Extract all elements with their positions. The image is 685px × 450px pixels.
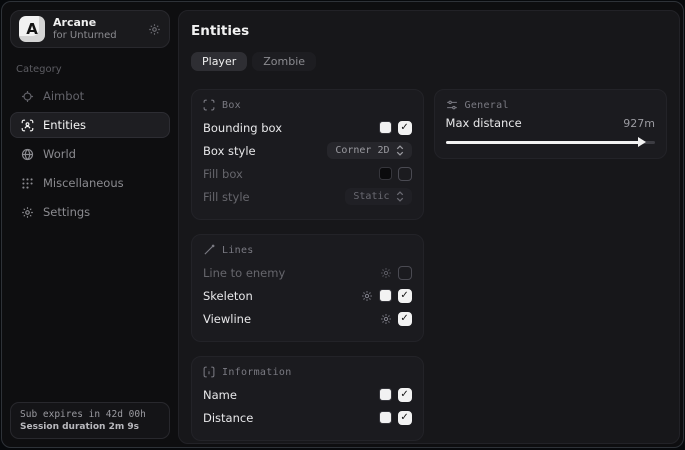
sidebar-item-settings[interactable]: Settings bbox=[10, 199, 170, 225]
tab-bar: Player Zombie bbox=[191, 52, 667, 71]
app-window: A Arcane for Unturned Category Aimbot bbox=[1, 1, 684, 448]
setting-row-max-distance: Max distance 927m bbox=[446, 116, 655, 130]
setting-row-viewline: Viewline bbox=[203, 307, 412, 330]
tab-player[interactable]: Player bbox=[191, 52, 247, 71]
color-swatch[interactable] bbox=[379, 388, 392, 401]
max-distance-value: 927m bbox=[623, 117, 655, 130]
section-title: Box bbox=[222, 100, 241, 111]
line-to-enemy-checkbox[interactable] bbox=[398, 266, 412, 280]
setting-row-skeleton: Skeleton bbox=[203, 284, 412, 307]
setting-row-line-to-enemy: Line to enemy bbox=[203, 261, 412, 284]
bounding-box-checkbox[interactable] bbox=[398, 121, 412, 135]
section-title: General bbox=[465, 100, 509, 111]
setting-row-name: Name bbox=[203, 383, 412, 406]
color-swatch[interactable] bbox=[379, 289, 392, 302]
sidebar: A Arcane for Unturned Category Aimbot bbox=[2, 2, 178, 447]
box-corners-icon bbox=[203, 99, 215, 111]
setting-label: Name bbox=[203, 388, 379, 402]
chevron-up-down-icon bbox=[396, 145, 404, 156]
slider-thumb-arrow-icon[interactable] bbox=[638, 137, 646, 147]
box-style-dropdown[interactable]: Corner 2D bbox=[327, 142, 411, 159]
tab-zombie[interactable]: Zombie bbox=[252, 52, 316, 71]
sidebar-item-label: Miscellaneous bbox=[43, 176, 124, 190]
setting-label: Viewline bbox=[203, 312, 380, 326]
setting-row-bounding-box: Bounding box bbox=[203, 116, 412, 139]
page-title: Entities bbox=[191, 23, 667, 39]
brand-title: Arcane bbox=[53, 17, 140, 30]
diagonal-line-icon bbox=[203, 244, 215, 256]
setting-label: Fill box bbox=[203, 167, 379, 181]
section-title: Information bbox=[222, 367, 292, 378]
sidebar-item-label: Entities bbox=[43, 118, 86, 132]
setting-label: Max distance bbox=[446, 116, 624, 130]
sidebar-item-label: World bbox=[43, 147, 76, 161]
sidebar-item-miscellaneous[interactable]: Miscellaneous bbox=[10, 170, 170, 196]
setting-label: Distance bbox=[203, 411, 379, 425]
dropdown-value: Static bbox=[353, 191, 389, 202]
session-duration-text: Session duration 2m 9s bbox=[20, 422, 160, 432]
box-section-card: Box Bounding box Box style Cor bbox=[191, 89, 424, 220]
setting-row-box-style: Box style Corner 2D bbox=[203, 139, 412, 162]
general-section-card: General Max distance 927m bbox=[434, 89, 667, 159]
section-title: Lines bbox=[222, 245, 254, 256]
gear-icon bbox=[20, 206, 34, 219]
sidebar-item-label: Aimbot bbox=[43, 89, 84, 103]
max-distance-slider[interactable] bbox=[446, 137, 655, 147]
crosshair-icon bbox=[20, 90, 34, 103]
information-section-card: Information Name Distance bbox=[191, 356, 424, 441]
grid-dots-icon bbox=[20, 177, 34, 190]
category-label: Category bbox=[16, 64, 164, 75]
sidebar-item-world[interactable]: World bbox=[10, 141, 170, 167]
color-swatch[interactable] bbox=[379, 167, 392, 180]
sidebar-item-entities[interactable]: Entities bbox=[10, 112, 170, 138]
name-checkbox[interactable] bbox=[398, 388, 412, 402]
setting-label: Skeleton bbox=[203, 289, 361, 303]
setting-row-distance: Distance bbox=[203, 406, 412, 429]
setting-label: Line to enemy bbox=[203, 266, 380, 280]
setting-row-fill-box: Fill box bbox=[203, 162, 412, 185]
brand-card: A Arcane for Unturned bbox=[10, 10, 170, 48]
line-to-enemy-gear-icon[interactable] bbox=[380, 267, 392, 279]
fill-box-checkbox[interactable] bbox=[398, 167, 412, 181]
subscription-card: Sub expires in 42d 00h Session duration … bbox=[10, 402, 170, 439]
setting-row-fill-style: Fill style Static bbox=[203, 185, 412, 208]
app-logo: A bbox=[19, 16, 45, 42]
skeleton-gear-icon[interactable] bbox=[361, 290, 373, 302]
sidebar-item-label: Settings bbox=[43, 205, 90, 219]
fill-style-dropdown[interactable]: Static bbox=[345, 188, 411, 205]
setting-label: Bounding box bbox=[203, 121, 379, 135]
main-panel: Entities Player Zombie Box bbox=[178, 10, 680, 444]
slider-fill bbox=[446, 141, 640, 144]
dropdown-value: Corner 2D bbox=[335, 145, 389, 156]
distance-checkbox[interactable] bbox=[398, 411, 412, 425]
sidebar-nav: Aimbot Entities World bbox=[10, 83, 170, 225]
color-swatch[interactable] bbox=[379, 411, 392, 424]
brand-settings-icon[interactable] bbox=[148, 23, 161, 36]
sub-expiry-text: Sub expires in 42d 00h bbox=[20, 409, 160, 420]
lines-section-card: Lines Line to enemy bbox=[191, 234, 424, 342]
globe-icon bbox=[20, 148, 34, 161]
sliders-icon bbox=[446, 99, 458, 111]
setting-label: Box style bbox=[203, 144, 327, 158]
color-swatch[interactable] bbox=[379, 121, 392, 134]
chevron-up-down-icon bbox=[396, 191, 404, 202]
brand-subtitle: for Unturned bbox=[53, 30, 140, 42]
viewline-gear-icon[interactable] bbox=[380, 313, 392, 325]
entities-scan-icon bbox=[20, 119, 34, 132]
skeleton-checkbox[interactable] bbox=[398, 289, 412, 303]
info-tag-icon bbox=[203, 366, 215, 378]
sidebar-item-aimbot[interactable]: Aimbot bbox=[10, 83, 170, 109]
setting-label: Fill style bbox=[203, 190, 345, 204]
viewline-checkbox[interactable] bbox=[398, 312, 412, 326]
